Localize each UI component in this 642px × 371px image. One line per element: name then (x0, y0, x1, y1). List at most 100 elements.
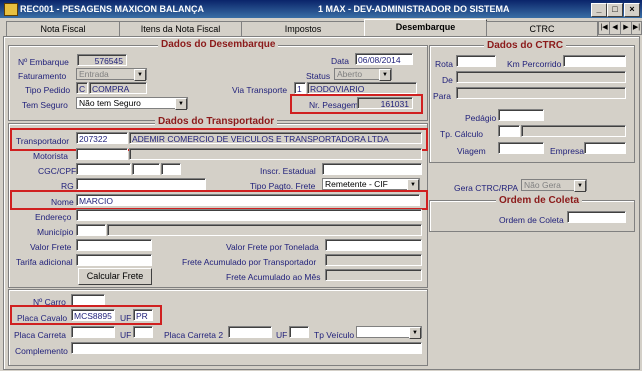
tp-calculo-code-field[interactable] (498, 125, 520, 137)
endereco-field[interactable] (76, 209, 422, 221)
placa-carreta-uf-field[interactable] (133, 326, 153, 338)
tipo-pedido-field[interactable]: COMPRA (89, 82, 147, 94)
empresa-field[interactable] (584, 142, 626, 154)
tp-calculo-field[interactable] (521, 125, 626, 137)
via-transporte-field[interactable]: RODOVIARIO (307, 82, 417, 94)
chevron-down-icon: ▼ (409, 327, 421, 339)
faturamento-select[interactable]: Entrada ▼ (76, 68, 147, 81)
data-field[interactable]: 06/08/2014 (355, 53, 413, 65)
valor-frete-tonelada-label: Valor Frete por Tonelada (226, 242, 319, 252)
viagem-label: Viagem (457, 146, 486, 156)
tem-seguro-value: Não tem Seguro (79, 98, 141, 108)
ordem-coleta-label: Ordem de Coleta (499, 215, 564, 225)
inscr-estadual-field[interactable] (322, 163, 422, 175)
data-label: Data (331, 56, 349, 66)
nome-label: Nome (51, 197, 74, 207)
tipo-frete-select[interactable]: Remetente - CIF ▼ (322, 178, 420, 191)
placa-cavalo-uf-field[interactable]: PR (133, 309, 153, 321)
rota-label: Rota (435, 59, 453, 69)
placa-carreta-field[interactable] (71, 326, 115, 338)
tp-calculo-label: Tp. Cálculo (440, 129, 483, 139)
tem-seguro-select[interactable]: Não tem Seguro ▼ (76, 97, 188, 110)
tipo-frete-value: Remetente - CIF (325, 179, 388, 189)
para-field[interactable] (456, 87, 626, 99)
empresa-label: Empresa (550, 146, 585, 156)
tipo-pedido-code-field[interactable]: C (76, 82, 88, 94)
tarifa-adicional-label: Tarifa adicional (16, 257, 73, 267)
motorista-name-field[interactable] (129, 148, 422, 160)
placa-carreta2-uf-field[interactable] (289, 326, 309, 338)
transportador-code-field[interactable]: 207322 (76, 132, 128, 144)
placa-cavalo-label: Placa Cavalo (17, 313, 68, 323)
cgc-cpf-field[interactable] (76, 163, 131, 175)
tab-last-button[interactable]: ▶| (631, 21, 642, 35)
tem-seguro-label: Tem Seguro (22, 100, 68, 110)
ordem-coleta-field[interactable] (567, 211, 626, 223)
nr-pesagem-label: Nr. Pesagem (309, 100, 359, 110)
nome-field[interactable]: MARCIO (76, 194, 420, 206)
placa-cavalo-uf-label: UF (120, 313, 132, 323)
num-embarque-field[interactable]: 576545 (77, 54, 127, 66)
cgc-cpf-field-3[interactable] (161, 163, 181, 175)
complemento-field[interactable] (71, 342, 422, 354)
status-value: Aberto (337, 69, 363, 79)
municipio-label: Município (37, 227, 74, 237)
tab-nota-fiscal[interactable]: Nota Fiscal (6, 21, 120, 36)
minimize-button[interactable]: _ (591, 3, 607, 17)
window-title: REC001 - PESAGENS MAXICON BALANÇA (20, 4, 205, 14)
maximize-button[interactable]: □ (607, 3, 623, 17)
status-select[interactable]: Aberto ▼ (334, 68, 392, 81)
title-bar: REC001 - PESAGENS MAXICON BALANÇA 1 MAX … (0, 0, 642, 18)
chevron-down-icon: ▼ (134, 69, 146, 81)
close-button[interactable]: × (624, 3, 640, 17)
de-field[interactable] (456, 71, 626, 83)
gera-ctrc-select[interactable]: Não Gera ▼ (521, 179, 587, 192)
tab-itens-nota-fiscal[interactable]: Itens da Nota Fiscal (119, 21, 242, 36)
calcular-frete-button[interactable]: Calcular Frete (78, 268, 152, 285)
tab-ctrc[interactable]: CTRC (486, 21, 598, 36)
coleta-section-title: Ordem de Coleta (496, 195, 583, 206)
frete-acumulado-transportador-label: Frete Acumulado por Transportador (182, 257, 317, 267)
frete-acumulado-mes-label: Frete Acumulado ao Mês (226, 272, 321, 282)
tab-desembarque[interactable]: Desembarque (364, 19, 487, 37)
pedagio-label: Pedágio (465, 113, 497, 123)
motorista-label: Motorista (33, 151, 68, 161)
placa-carreta2-field[interactable] (228, 326, 272, 338)
km-percorrido-label: Km Percorrido (507, 59, 562, 69)
viagem-field[interactable] (498, 142, 544, 154)
nr-pesagem-field[interactable]: 161031 (357, 97, 413, 109)
km-percorrido-field[interactable] (563, 55, 626, 67)
tp-veiculo-select[interactable]: ▼ (356, 326, 422, 339)
placa-carreta-label: Placa Carreta (14, 330, 66, 340)
frete-acumulado-transportador-field[interactable] (325, 254, 422, 266)
cgc-cpf-field-2[interactable] (132, 163, 160, 175)
endereco-label: Endereço (35, 212, 72, 222)
transportador-section-title: Dados do Transportador (155, 116, 278, 127)
transportador-name-field[interactable]: ADEMIR COMERCIO DE VEICULOS E TRANSPORTA… (129, 132, 422, 144)
status-label: Status (306, 71, 331, 81)
tab-impostos[interactable]: Impostos (241, 21, 365, 36)
num-embarque-label: Nº Embarque (18, 57, 69, 67)
via-transporte-label: Via Transporte (232, 85, 288, 95)
inscr-estadual-label: Inscr. Estadual (260, 166, 316, 176)
via-transporte-code-field[interactable]: 1 (294, 82, 306, 94)
municipio-code-field[interactable] (76, 224, 106, 236)
para-label: Para (433, 91, 451, 101)
faturamento-value: Entrada (79, 69, 109, 79)
motorista-code-field[interactable] (76, 148, 128, 160)
frete-acumulado-mes-field[interactable] (325, 269, 422, 281)
valor-frete-label: Valor Frete (30, 242, 72, 252)
gera-ctrc-label: Gera CTRC/RPA (454, 183, 519, 193)
pedagio-field[interactable] (498, 109, 544, 121)
valor-frete-tonelada-field[interactable] (325, 239, 422, 251)
desembarque-section-title: Dados do Desembarque (158, 39, 279, 50)
cgc-cpf-label: CGC/CPF (38, 166, 77, 176)
placa-cavalo-field[interactable]: MCS8895 (71, 309, 115, 321)
municipio-name-field[interactable] (107, 224, 422, 236)
rota-field[interactable] (456, 55, 496, 67)
valor-frete-field[interactable] (76, 239, 152, 251)
chevron-down-icon: ▼ (175, 98, 187, 110)
app-icon (4, 3, 18, 16)
tarifa-adicional-field[interactable] (76, 254, 152, 266)
rg-field[interactable] (76, 178, 206, 190)
